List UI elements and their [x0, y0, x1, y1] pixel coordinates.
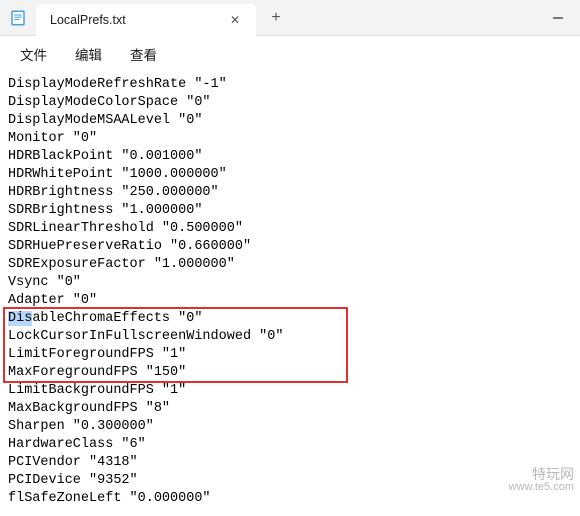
- titlebar-drag-area[interactable]: [292, 0, 536, 35]
- editor-line[interactable]: MaxBackgroundFPS "8": [8, 400, 572, 418]
- editor-line[interactable]: HDRWhitePoint "1000.000000": [8, 166, 572, 184]
- editor-line[interactable]: DisplayModeRefreshRate "-1": [8, 76, 572, 94]
- titlebar: LocalPrefs.txt ✕ +: [0, 0, 580, 36]
- editor-line[interactable]: LimitBackgroundFPS "1": [8, 382, 572, 400]
- editor-line[interactable]: Monitor "0": [8, 130, 572, 148]
- editor-line[interactable]: Adapter "0": [8, 292, 572, 310]
- watermark-cn: 特玩网: [509, 468, 574, 481]
- editor-line[interactable]: SDRLinearThreshold "0.500000": [8, 220, 572, 238]
- editor-line[interactable]: HDRBrightness "250.000000": [8, 184, 572, 202]
- editor-line[interactable]: PCIVendor "4318": [8, 454, 572, 472]
- menubar: 文件 编辑 查看: [0, 36, 580, 72]
- menu-edit[interactable]: 编辑: [63, 38, 114, 70]
- minimize-button[interactable]: [536, 0, 580, 35]
- editor-line[interactable]: DisplayModeMSAALevel "0": [8, 112, 572, 130]
- file-tab[interactable]: LocalPrefs.txt ✕: [36, 4, 256, 36]
- notepad-icon: [9, 9, 27, 27]
- close-tab-button[interactable]: ✕: [224, 9, 246, 31]
- editor-line[interactable]: SDRBrightness "1.000000": [8, 202, 572, 220]
- editor-line[interactable]: MaxForegroundFPS "150": [8, 364, 572, 382]
- editor-line[interactable]: HDRBlackPoint "0.001000": [8, 148, 572, 166]
- menu-view[interactable]: 查看: [118, 38, 169, 70]
- editor-line[interactable]: DisableChromaEffects "0": [8, 310, 572, 328]
- notepad-app-icon: [0, 0, 36, 35]
- text-selection: Dis: [8, 311, 32, 326]
- editor-line[interactable]: LimitForegroundFPS "1": [8, 346, 572, 364]
- editor-line[interactable]: LockCursorInFullscreenWindowed "0": [8, 328, 572, 346]
- text-editor[interactable]: DisplayModeRefreshRate "-1"DisplayModeCo…: [0, 72, 580, 516]
- minimize-icon: [553, 13, 563, 23]
- editor-line[interactable]: PCIDevice "9352": [8, 472, 572, 490]
- editor-line[interactable]: flSafeZoneLeft "0.000000": [8, 490, 572, 508]
- tab-title: LocalPrefs.txt: [50, 13, 224, 27]
- new-tab-button[interactable]: +: [260, 0, 292, 35]
- watermark-en: www.te5.com: [509, 481, 574, 494]
- editor-line[interactable]: Sharpen "0.300000": [8, 418, 572, 436]
- editor-line[interactable]: DisplayModeColorSpace "0": [8, 94, 572, 112]
- watermark: 特玩网 www.te5.com: [509, 468, 574, 494]
- editor-line[interactable]: Vsync "0": [8, 274, 572, 292]
- editor-line[interactable]: SDRExposureFactor "1.000000": [8, 256, 572, 274]
- editor-line[interactable]: SDRHuePreserveRatio "0.660000": [8, 238, 572, 256]
- editor-line[interactable]: HardwareClass "6": [8, 436, 572, 454]
- menu-file[interactable]: 文件: [8, 38, 59, 70]
